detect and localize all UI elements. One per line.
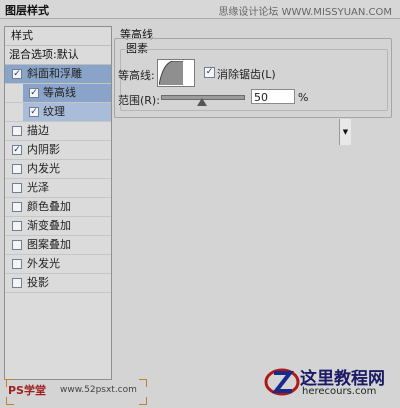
corner-mark (139, 379, 147, 387)
contour-dropdown-arrow-icon[interactable]: ▼ (339, 119, 351, 145)
style-item[interactable]: ✓ 斜面和浮雕 (5, 65, 111, 84)
contour-picker[interactable]: ▼ (157, 59, 351, 145)
window-title: 图层样式 (5, 4, 49, 17)
style-item-label: 纹理 (43, 105, 65, 118)
blending-options-item[interactable]: 混合选项:默认 (5, 46, 111, 65)
indent-spacer (5, 84, 23, 102)
style-item[interactable]: 图案叠加 (5, 236, 111, 255)
corner-mark (139, 397, 147, 405)
style-item-checkbox[interactable]: ✓ (12, 145, 22, 155)
style-item[interactable]: ✓ 纹理 (5, 103, 111, 122)
logo-url: herecours.com (302, 386, 377, 397)
style-item-checkbox[interactable] (12, 202, 22, 212)
styles-list: 样式 混合选项:默认 ✓ 斜面和浮雕 ✓ 等高线 ✓ 纹理描边 ✓ 内阴影内发光光泽颜色叠加渐… (4, 26, 112, 380)
style-item-label: 外发光 (27, 257, 60, 270)
site-logo: 这里教程网 herecours.com (262, 362, 394, 404)
style-item-label: 投影 (27, 276, 49, 289)
style-item-label: 光泽 (27, 181, 49, 194)
style-item[interactable]: ✓ 内阴影 (5, 141, 111, 160)
watermark-psxt: PS学堂 (8, 384, 46, 397)
style-item-checkbox[interactable]: ✓ (12, 69, 22, 79)
style-item[interactable]: ✓ 等高线 (5, 84, 111, 103)
style-item-label: 图案叠加 (27, 238, 71, 251)
style-item-checkbox[interactable]: ✓ (29, 107, 39, 117)
style-item[interactable]: 描边 (5, 122, 111, 141)
range-label: 范围(R): (118, 94, 160, 107)
style-item-checkbox[interactable] (12, 240, 22, 250)
style-item[interactable]: 内发光 (5, 160, 111, 179)
style-item-checkbox[interactable] (12, 183, 22, 193)
watermark-text: 思缘设计论坛 WWW.MISSYUAN.COM (218, 7, 392, 18)
style-item-checkbox[interactable] (12, 221, 22, 231)
style-item-checkbox[interactable] (12, 259, 22, 269)
style-item-label: 内发光 (27, 162, 60, 175)
style-item[interactable]: 颜色叠加 (5, 198, 111, 217)
styles-header[interactable]: 样式 (5, 27, 111, 46)
style-item[interactable]: 外发光 (5, 255, 111, 274)
style-item-label: 等高线 (43, 86, 76, 99)
style-item-label: 渐变叠加 (27, 219, 71, 232)
style-item-label: 内阴影 (27, 143, 60, 156)
antialias-checkbox[interactable]: ✓ (204, 67, 215, 78)
style-item[interactable]: 光泽 (5, 179, 111, 198)
style-item-checkbox[interactable] (12, 164, 22, 174)
style-item-label: 颜色叠加 (27, 200, 71, 213)
style-item-checkbox[interactable] (12, 126, 22, 136)
range-unit: % (298, 91, 309, 104)
range-slider-thumb[interactable] (197, 98, 207, 106)
title-bar: 图层样式 思缘设计论坛 WWW.MISSYUAN.COM (0, 0, 400, 19)
contour-label: 等高线: (118, 69, 155, 82)
contour-curve-icon (159, 61, 183, 85)
style-item-label: 斜面和浮雕 (27, 67, 82, 80)
style-item-checkbox[interactable] (12, 278, 22, 288)
style-item-label: 描边 (27, 124, 49, 137)
style-item[interactable]: 投影 (5, 274, 111, 293)
range-input[interactable]: 50 (251, 89, 295, 104)
style-item[interactable]: 渐变叠加 (5, 217, 111, 236)
logo-z-icon (264, 368, 300, 396)
style-item-checkbox[interactable]: ✓ (29, 88, 39, 98)
corner-mark (6, 397, 14, 405)
watermark-psxt-url: www.52psxt.com (60, 385, 137, 395)
antialias-label[interactable]: 消除锯齿(L) (217, 66, 276, 82)
indent-spacer (5, 103, 23, 121)
